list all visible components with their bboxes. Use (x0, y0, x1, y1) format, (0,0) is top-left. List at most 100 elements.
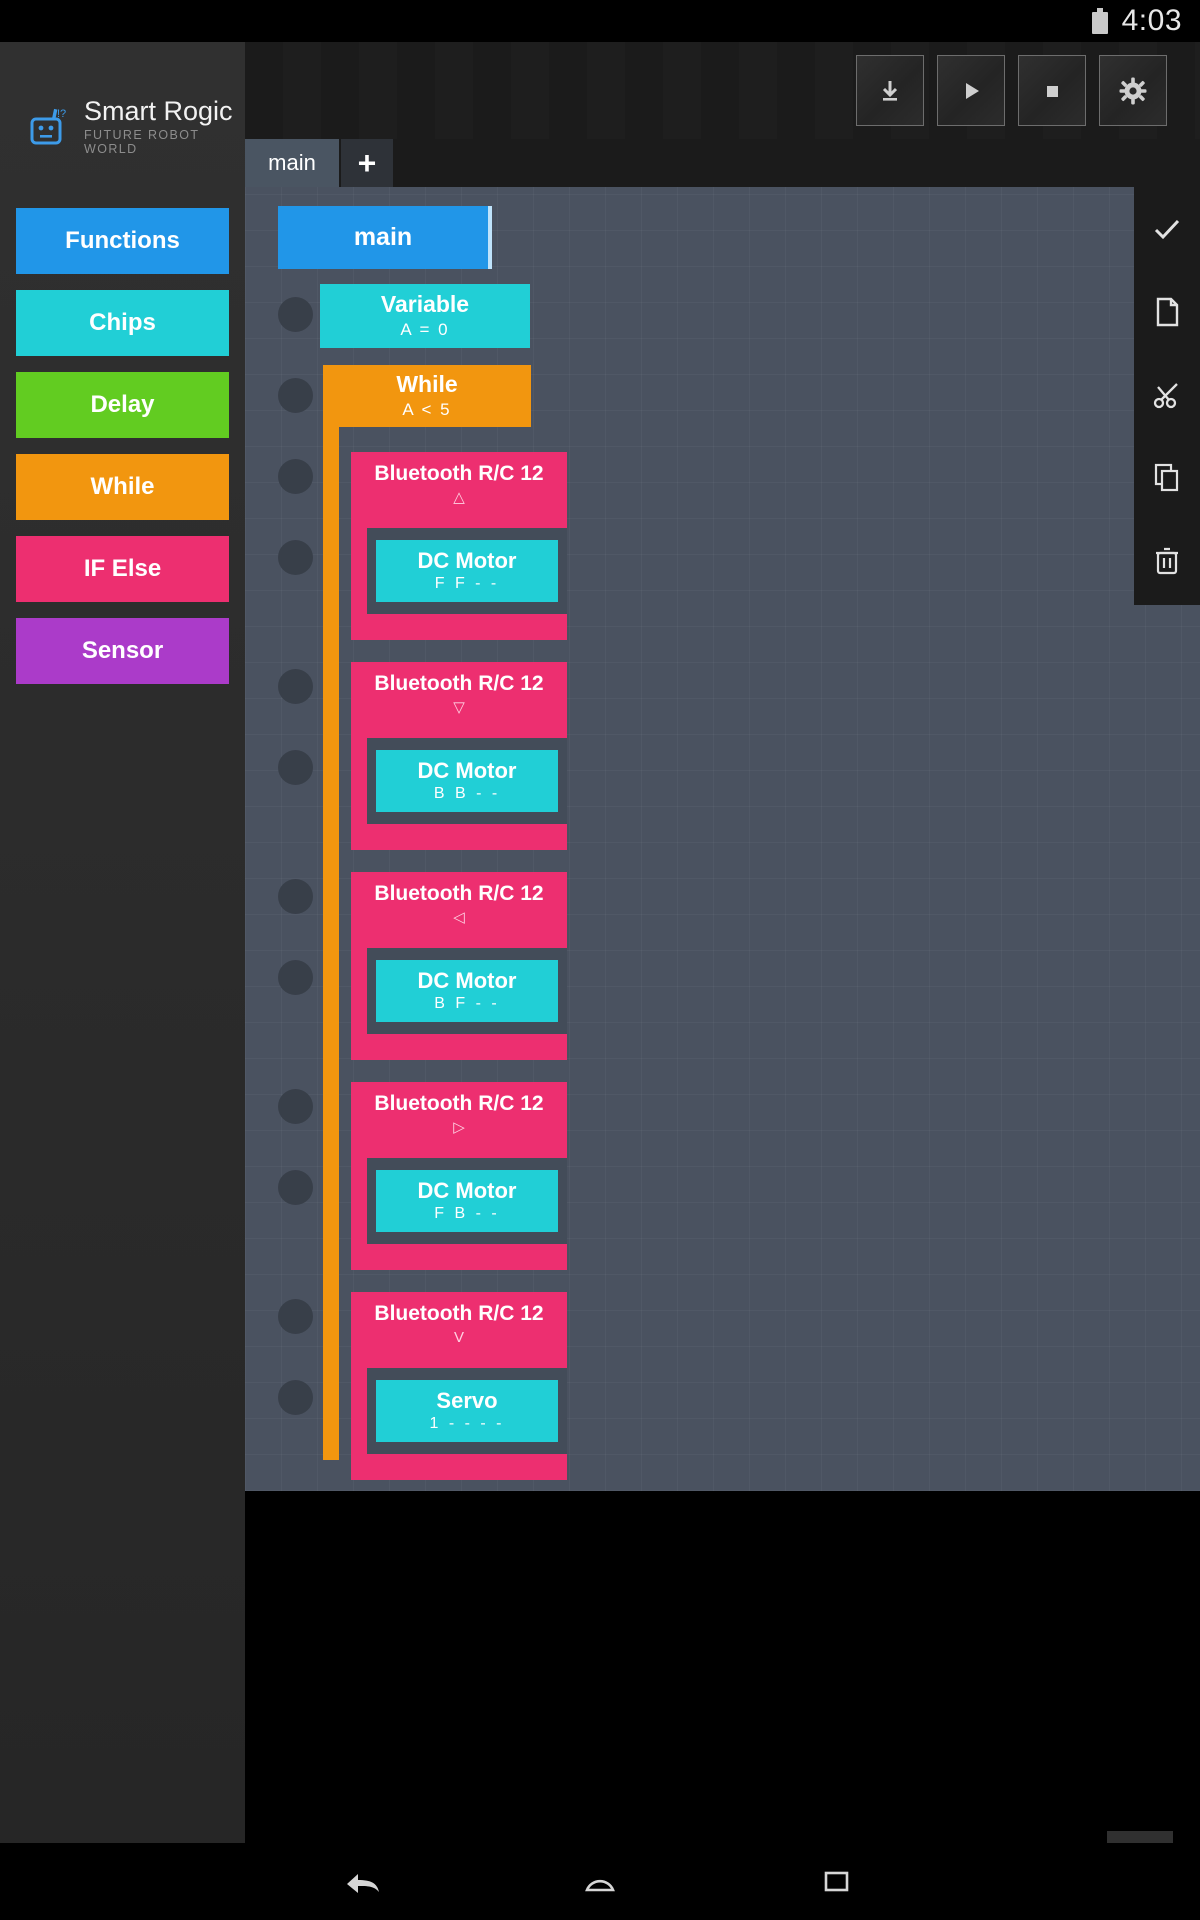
connector-dot[interactable] (278, 750, 313, 785)
brand-title: Smart Rogic (84, 96, 233, 126)
stop-button[interactable] (1018, 55, 1086, 126)
block-bluetooth-header[interactable]: Bluetooth R/C 12 ▷ (351, 1082, 567, 1146)
block-child-params: F F - - (434, 575, 500, 592)
cut-button[interactable] (1134, 353, 1200, 436)
run-button[interactable] (937, 55, 1005, 126)
connector-dot[interactable] (278, 1299, 313, 1334)
connector-dot[interactable] (278, 879, 313, 914)
block-bluetooth-title: Bluetooth R/C 12 (374, 1301, 544, 1325)
tab-bar: main + (245, 139, 1200, 187)
home-button[interactable] (572, 1860, 628, 1904)
connector-dot[interactable] (278, 960, 313, 995)
tab-main[interactable]: main (245, 139, 341, 187)
download-button[interactable] (856, 55, 924, 126)
block-bluetooth-title: Bluetooth R/C 12 (374, 881, 544, 905)
connector-dot[interactable] (278, 1170, 313, 1205)
block-bluetooth-group[interactable]: Bluetooth R/C 12 V Servo 1 - - - - (351, 1292, 567, 1480)
app-root: 4:03 !? Smart Rogic FUTURE ROBOT WORLD F… (0, 0, 1200, 1920)
while-rail (323, 365, 339, 1460)
block-child-action[interactable]: DC Motor F B - - (376, 1170, 558, 1232)
palette-button-label: Delay (90, 391, 155, 418)
download-icon (882, 80, 898, 101)
connector-dot[interactable] (278, 540, 313, 575)
file-icon (1156, 297, 1179, 326)
block-bluetooth-title: Bluetooth R/C 12 (374, 671, 544, 695)
block-child-title: DC Motor (417, 548, 517, 573)
block-while-condition: A < 5 (402, 400, 452, 419)
palette-button-label: Functions (65, 227, 180, 254)
connector-dot[interactable] (278, 459, 313, 494)
block-bluetooth-header[interactable]: Bluetooth R/C 12 △ (351, 452, 567, 516)
block-child-title: DC Motor (417, 968, 517, 993)
play-icon (966, 82, 979, 99)
palette-button-functions[interactable]: Functions (16, 208, 229, 274)
android-nav-bar (0, 1843, 1200, 1920)
block-bluetooth-header[interactable]: Bluetooth R/C 12 ◁ (351, 872, 567, 936)
connector-dot[interactable] (278, 1089, 313, 1124)
block-slot: DC Motor B F - - (367, 948, 567, 1034)
block-child-action[interactable]: DC Motor F F - - (376, 540, 558, 602)
plus-icon: + (357, 145, 377, 181)
block-bluetooth-group[interactable]: Bluetooth R/C 12 △ DC Motor F F - - (351, 452, 567, 640)
block-bluetooth-footer (351, 1454, 567, 1480)
toolbar-button-group (856, 55, 1167, 126)
block-bluetooth-header[interactable]: Bluetooth R/C 12 V (351, 1292, 567, 1356)
connector-dot[interactable] (278, 669, 313, 704)
block-bluetooth-group[interactable]: Bluetooth R/C 12 ◁ DC Motor B F - - (351, 872, 567, 1060)
direction-arrow-icon: △ (453, 488, 465, 506)
status-clock: 4:03 (1121, 4, 1182, 37)
block-child-action[interactable]: DC Motor B B - - (376, 750, 558, 812)
block-bluetooth-footer (351, 1034, 567, 1060)
palette-button-if-else[interactable]: IF Else (16, 536, 229, 602)
connector-dot[interactable] (278, 1380, 313, 1415)
program-canvas[interactable]: main Variable A = 0 While A < 5 Bluetoot… (245, 187, 1200, 1491)
block-bluetooth-group[interactable]: Bluetooth R/C 12 ▷ DC Motor F B - - (351, 1082, 567, 1270)
palette-button-label: Sensor (81, 637, 164, 664)
block-child-action[interactable]: Servo 1 - - - - (376, 1380, 558, 1442)
block-bluetooth-title: Bluetooth R/C 12 (374, 461, 544, 485)
block-bluetooth-footer (351, 1244, 567, 1270)
block-while[interactable]: While A < 5 (323, 365, 531, 427)
block-slot: Servo 1 - - - - (367, 1368, 567, 1454)
brand-subtitle: FUTURE ROBOT WORLD (84, 128, 200, 156)
block-child-action[interactable]: DC Motor B F - - (376, 960, 558, 1022)
delete-button[interactable] (1134, 519, 1200, 602)
palette-button-while[interactable]: While (16, 454, 229, 520)
block-bluetooth-body: DC Motor F B - - (351, 1146, 567, 1244)
block-bluetooth-header[interactable]: Bluetooth R/C 12 ▽ (351, 662, 567, 726)
block-child-params: 1 - - - - (429, 1415, 505, 1432)
brand: !? Smart Rogic FUTURE ROBOT WORLD (0, 42, 245, 156)
connector-dot[interactable] (278, 297, 313, 332)
palette-button-chips[interactable]: Chips (16, 290, 229, 356)
block-bluetooth-body: Servo 1 - - - - (351, 1356, 567, 1454)
block-bluetooth-title: Bluetooth R/C 12 (374, 1091, 544, 1115)
top-toolbar (245, 42, 1200, 139)
block-child-title: DC Motor (417, 758, 517, 783)
block-child-title: DC Motor (417, 1178, 517, 1203)
scissors-icon (1153, 382, 1178, 408)
block-main-header[interactable]: main (278, 206, 492, 269)
direction-arrow-icon: V (453, 1328, 464, 1346)
new-file-button[interactable] (1134, 270, 1200, 353)
settings-button[interactable] (1099, 55, 1167, 126)
confirm-button[interactable] (1134, 187, 1200, 270)
copy-button[interactable] (1134, 436, 1200, 519)
recents-button[interactable] (808, 1860, 864, 1904)
block-slot: DC Motor F F - - (367, 528, 567, 614)
android-status-bar: 4:03 (0, 0, 1200, 42)
block-caret (488, 206, 492, 269)
palette-button-label: While (90, 473, 155, 500)
block-variable[interactable]: Variable A = 0 (320, 284, 530, 348)
connector-dot[interactable] (278, 378, 313, 413)
block-main-label: main (353, 223, 413, 251)
block-bluetooth-group[interactable]: Bluetooth R/C 12 ▽ DC Motor B B - - (351, 662, 567, 850)
block-child-title: Servo (436, 1388, 498, 1413)
palette-button-sensor[interactable]: Sensor (16, 618, 229, 684)
block-bluetooth-body: DC Motor B F - - (351, 936, 567, 1034)
back-button[interactable] (336, 1860, 392, 1904)
block-bluetooth-body: DC Motor F F - - (351, 516, 567, 614)
palette-button-delay[interactable]: Delay (16, 372, 229, 438)
stop-icon (1047, 85, 1058, 97)
add-tab-button[interactable]: + (341, 139, 393, 187)
block-slot: DC Motor B B - - (367, 738, 567, 824)
